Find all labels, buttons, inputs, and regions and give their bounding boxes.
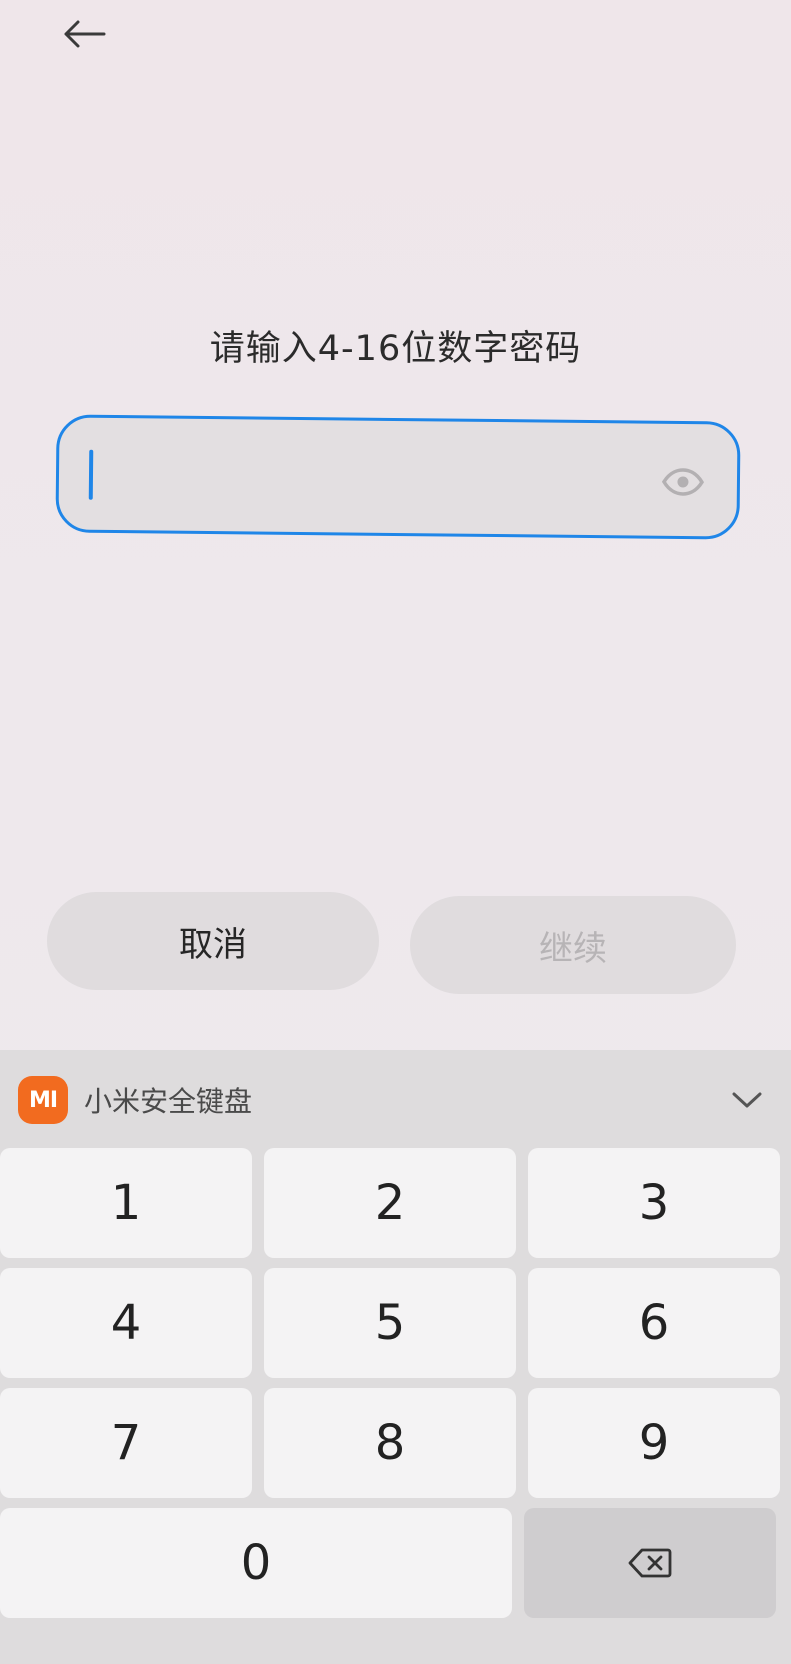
key-0[interactable]: 0 (0, 1508, 512, 1618)
arrow-left-icon (64, 20, 106, 48)
key-3[interactable]: 3 (528, 1148, 780, 1258)
key-2[interactable]: 2 (264, 1148, 516, 1258)
back-button[interactable] (52, 6, 116, 62)
page-title: 请输入4-16位数字密码 (209, 329, 582, 369)
cancel-button[interactable]: 取消 (47, 892, 379, 990)
key-7[interactable]: 7 (0, 1388, 252, 1498)
continue-button[interactable]: 继续 (410, 896, 736, 994)
text-cursor (88, 449, 94, 500)
key-8[interactable]: 8 (264, 1388, 516, 1498)
password-input[interactable] (55, 414, 741, 540)
key-6[interactable]: 6 (528, 1268, 780, 1378)
show-password-toggle[interactable] (661, 462, 705, 502)
keyboard-header: MI 小米安全键盘 (0, 1050, 791, 1146)
keyboard-title: 小米安全键盘 (84, 1085, 253, 1118)
secure-keyboard: MI 小米安全键盘 1 2 3 4 5 6 7 8 9 0 (0, 1050, 791, 1664)
backspace-icon (628, 1548, 672, 1578)
key-1[interactable]: 1 (0, 1148, 252, 1258)
key-4[interactable]: 4 (0, 1268, 252, 1378)
chevron-down-icon (732, 1092, 762, 1108)
eye-icon (661, 468, 705, 496)
key-9[interactable]: 9 (528, 1388, 780, 1498)
key-5[interactable]: 5 (264, 1268, 516, 1378)
delete-key[interactable] (524, 1508, 776, 1618)
screen: 请输入4-16位数字密码 取消 继续 MI 小米安全键盘 1 2 3 4 5 6 (0, 0, 791, 1664)
mi-logo: MI (18, 1076, 68, 1124)
collapse-keyboard-button[interactable] (727, 1080, 767, 1120)
